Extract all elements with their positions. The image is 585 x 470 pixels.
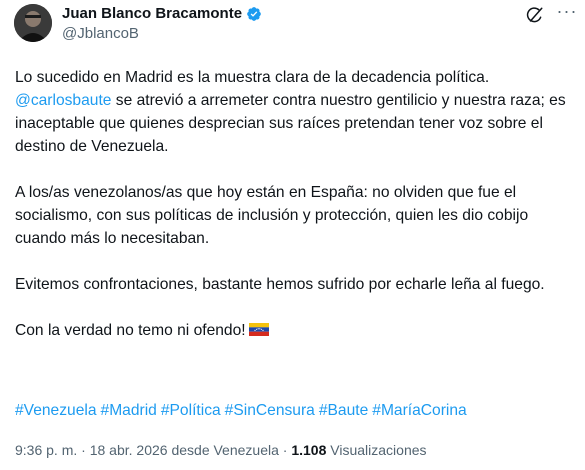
avatar[interactable] (14, 4, 52, 42)
author-name[interactable]: Juan Blanco Bracamonte (62, 5, 242, 23)
hashtag-link[interactable]: #SinCensura (225, 402, 315, 419)
hashtag-link[interactable]: #Baute (319, 402, 368, 419)
tweet-paragraph-4: Con la verdad no temo ni ofendo! (15, 319, 570, 342)
grok-icon[interactable] (526, 6, 544, 24)
hashtag-list: #Venezuela #Madrid #Política #SinCensura #Ba… (15, 400, 471, 422)
tweet-text: Lo sucedido en Madrid es la muestra clar… (15, 66, 570, 365)
author-name-row: Juan Blanco Bracamonte (62, 5, 262, 23)
hashtag-link[interactable]: #Venezuela (15, 402, 97, 419)
venezuela-flag-icon (248, 320, 269, 336)
verified-badge-icon (246, 6, 262, 22)
meta-separator: · (282, 442, 288, 458)
mention-link[interactable]: @carlosbaute (15, 92, 111, 109)
tweet-paragraph-2: A los/as venezolanos/as que hoy están en… (15, 184, 529, 247)
hashtag-link[interactable]: #MaríaCorina (372, 402, 466, 419)
paragraph-4-text: Con la verdad no temo ni ofendo! (15, 322, 246, 339)
views-label: Visualizaciones (330, 442, 427, 458)
hashtag-link[interactable]: #Política (161, 402, 221, 419)
hashtag-link[interactable]: #Madrid (101, 402, 157, 419)
tweet: Juan Blanco Bracamonte @JblancoB ··· Lo … (0, 0, 585, 470)
tweet-paragraph-3: Evitemos confrontaciones, bastante hemos… (15, 276, 545, 293)
tweet-paragraph-1: Lo sucedido en Madrid es la muestra clar… (15, 66, 570, 158)
meta-separator: · (81, 442, 86, 458)
paragraph-1-text: Lo sucedido en Madrid es la muestra clar… (15, 69, 490, 86)
tweet-time[interactable]: 9:36 p. m. (15, 442, 77, 458)
more-options-icon[interactable]: ··· (556, 2, 578, 24)
tweet-metadata: 9:36 p. m. · 18 abr. 2026 desde Venezuel… (15, 441, 427, 459)
author-handle[interactable]: @JblancoB (62, 25, 139, 43)
tweet-date-location[interactable]: 18 abr. 2026 desde Venezuela (90, 442, 279, 458)
views-count: 1.108 (291, 442, 327, 458)
